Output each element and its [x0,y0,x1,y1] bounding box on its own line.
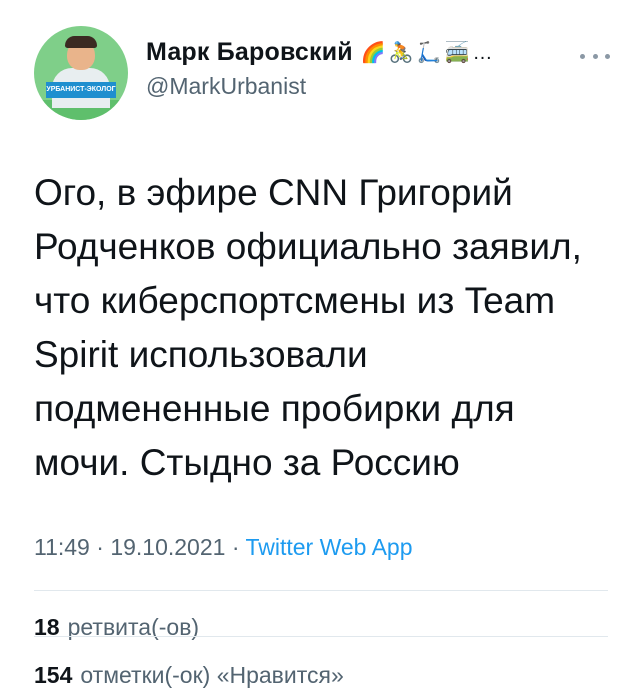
meta-separator: · [89,534,111,560]
tweet-date[interactable]: 19.10.2021 [110,534,225,560]
author-name-text: Марк Баровский [146,38,353,66]
author-display-name[interactable]: Марк Баровский 🌈🚴🛴🚎… [146,38,496,67]
avatar-hair [65,36,97,48]
author-emoji: 🌈🚴🛴🚎… [360,42,496,64]
divider [34,590,608,591]
more-dot [605,53,610,59]
avatar[interactable]: УРБАНИСТ-ЭКОЛОГ [34,26,128,120]
tweet-source[interactable]: Twitter Web App [245,534,412,560]
author-names: Марк Баровский 🌈🚴🛴🚎… @MarkUrbanist [146,38,496,100]
tweet-header: УРБАНИСТ-ЭКОЛОГ Марк Баровский 🌈🚴🛴🚎… @Ma… [34,26,614,126]
more-options-icon[interactable] [580,46,610,66]
more-dot [580,53,585,59]
tweet-text: Ого, в эфире CNN Григорий Родченков офиц… [34,172,582,483]
meta-separator: · [225,534,246,560]
likes-label: отметки(-ок) «Нравится» [80,662,344,688]
more-dot [592,53,598,59]
avatar-badge: УРБАНИСТ-ЭКОЛОГ [46,82,116,98]
likes-stat[interactable]: 154 отметки(-ок) «Нравится» [34,662,344,689]
tweet-time[interactable]: 11:49 [34,534,90,560]
likes-count: 154 [34,662,73,688]
author-handle[interactable]: @MarkUrbanist [146,73,496,100]
divider [34,636,608,637]
tweet-meta: 11:49 · 19.10.2021 · Twitter Web App [34,534,413,561]
